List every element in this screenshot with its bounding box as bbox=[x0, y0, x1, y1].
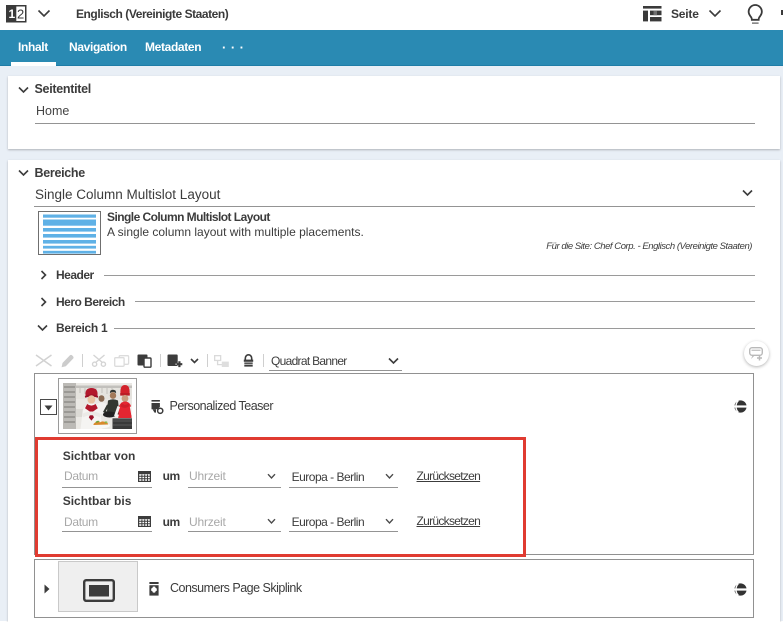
svg-text:1: 1 bbox=[9, 7, 16, 21]
svg-text:2: 2 bbox=[17, 6, 24, 21]
